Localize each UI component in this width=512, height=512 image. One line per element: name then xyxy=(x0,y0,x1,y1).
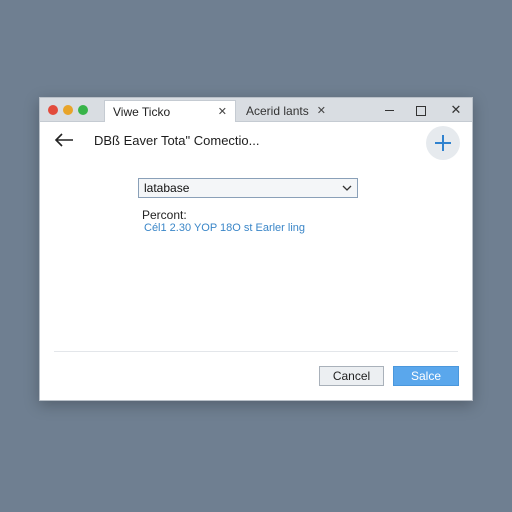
tab-label: Viwe Ticko xyxy=(113,105,171,119)
title-bar: Viwe Ticko ✕ Acerid lants ✕ ✕ xyxy=(40,98,472,122)
divider xyxy=(54,351,458,352)
minimize-icon xyxy=(384,110,394,112)
database-select-value: latabase xyxy=(144,181,190,195)
maximize-icon xyxy=(416,105,426,116)
close-dot-icon[interactable] xyxy=(48,105,58,115)
dialog-window: Viwe Ticko ✕ Acerid lants ✕ ✕ DBß Eaver … xyxy=(39,97,473,401)
maximize-button[interactable] xyxy=(409,98,433,122)
percent-label: Percont: xyxy=(142,208,187,222)
tab-close-icon[interactable]: ✕ xyxy=(317,100,326,122)
page-title: DBß Eaver Tota" Comectio... xyxy=(94,133,260,148)
tab-inactive[interactable]: Acerid lants ✕ xyxy=(238,100,334,122)
minimize-button[interactable] xyxy=(377,98,401,122)
tab-close-icon[interactable]: ✕ xyxy=(218,101,227,123)
plus-icon xyxy=(435,135,451,151)
close-icon: ✕ xyxy=(450,102,462,117)
save-button[interactable]: Salce xyxy=(393,366,459,386)
zoom-dot-icon[interactable] xyxy=(78,105,88,115)
back-arrow-icon[interactable] xyxy=(52,130,76,150)
database-select[interactable]: latabase xyxy=(138,178,358,198)
add-connection-button[interactable] xyxy=(426,126,460,160)
tab-label: Acerid lants xyxy=(246,104,309,118)
close-window-button[interactable]: ✕ xyxy=(444,98,468,122)
tab-active[interactable]: Viwe Ticko ✕ xyxy=(104,100,236,122)
minimize-dot-icon[interactable] xyxy=(63,105,73,115)
chevron-down-icon xyxy=(342,185,352,191)
cancel-button[interactable]: Cancel xyxy=(319,366,384,386)
connection-status-text: Cél1 2.30 YOP 18O st Earler ling xyxy=(144,222,306,234)
